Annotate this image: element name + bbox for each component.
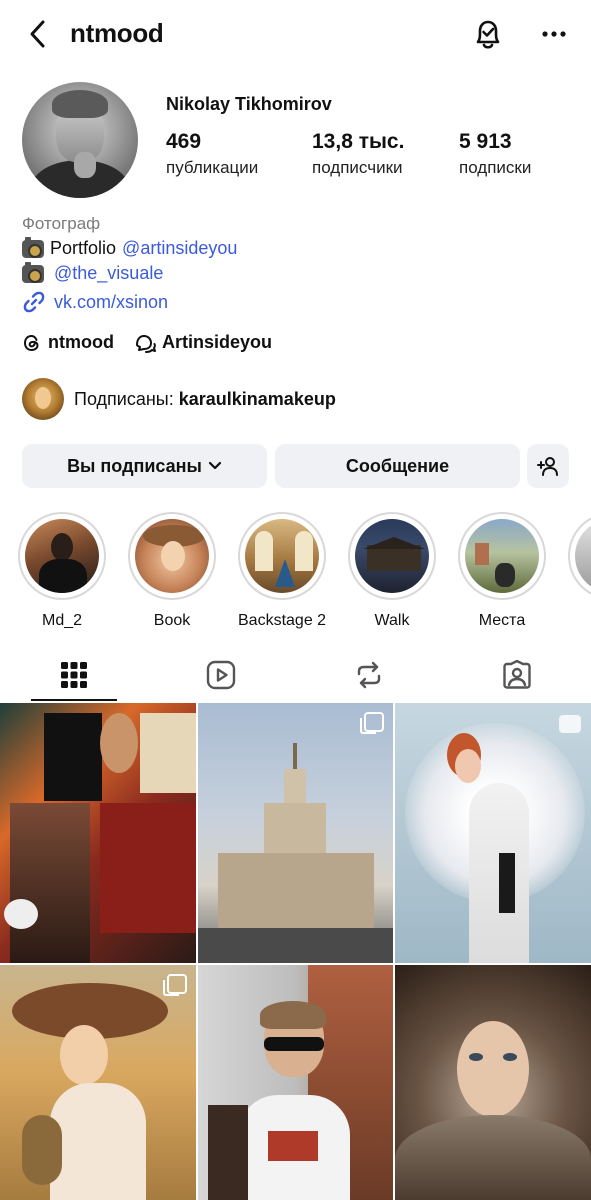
top-bar: ntmood — [0, 0, 591, 70]
stat-following[interactable]: 5 913 подписки — [459, 130, 531, 178]
tab-tagged[interactable] — [474, 648, 560, 702]
profile-avatar[interactable] — [22, 82, 138, 198]
chevron-down-icon — [208, 461, 222, 470]
add-person-icon — [537, 457, 558, 476]
grid-post[interactable] — [0, 965, 196, 1200]
stat-posts-label: публикации — [166, 158, 259, 177]
highlight-label: Book — [153, 612, 191, 629]
stat-followers-label: подписчики — [312, 158, 403, 177]
threads-badge[interactable]: ntmood — [22, 332, 114, 353]
suggested-people-button[interactable] — [527, 444, 569, 488]
tagged-icon — [503, 660, 531, 689]
active-tab-indicator — [31, 699, 117, 701]
grid-post[interactable] — [395, 965, 591, 1200]
bio-line-visuale: @the_visuale — [22, 261, 163, 284]
followed-by-name: karaulkinamakeup — [178, 388, 336, 409]
bio-external-link[interactable]: vk.com/xsinon — [22, 290, 168, 314]
threads-handle: ntmood — [48, 332, 114, 352]
stat-followers-value: 13,8 тыс. — [312, 130, 405, 153]
grid-post[interactable] — [198, 703, 393, 963]
threads-row: ntmood Artinsideyou — [22, 332, 272, 353]
story-highlight-walk[interactable]: Walk — [348, 512, 436, 630]
highlight-cover — [25, 519, 99, 593]
stat-posts[interactable]: 469 публикации — [166, 130, 258, 178]
carousel-icon — [163, 974, 187, 996]
bio-portfolio-text: Portfolio — [50, 238, 117, 258]
following-button[interactable]: Вы подписаны — [22, 444, 267, 488]
reposts-icon — [357, 661, 381, 689]
back-button[interactable] — [22, 18, 52, 50]
highlight-cover — [355, 519, 429, 593]
reels-icon — [206, 660, 236, 690]
grid-post[interactable] — [198, 965, 393, 1200]
bell-check-icon — [476, 20, 500, 49]
notifications-button[interactable] — [470, 16, 506, 52]
camera-flash-icon — [22, 236, 44, 258]
more-options-button[interactable] — [536, 16, 572, 52]
story-highlight-backstage[interactable]: Backstage 2 — [238, 512, 326, 630]
stat-following-value: 5 913 — [459, 130, 512, 153]
bio-category: Фотограф — [22, 214, 101, 233]
stat-following-label: подписки — [459, 158, 532, 177]
tab-posts-grid[interactable] — [31, 648, 117, 702]
message-button-label: Сообщение — [345, 455, 450, 476]
highlight-label: Backstage 2 — [238, 612, 327, 629]
tab-reposts[interactable] — [326, 648, 412, 702]
bio-mention-artinsideyou[interactable]: @artinsideyou — [122, 238, 237, 259]
bio-mention-the-visuale[interactable]: @the_visuale — [54, 263, 163, 284]
profile-full-name: Nikolay Tikhomirov — [166, 94, 332, 114]
followed-by-row[interactable]: Подписаны: karaulkinamakeup — [22, 378, 336, 420]
highlight-cover — [575, 519, 591, 593]
profile-content-tabs — [0, 648, 591, 702]
channel-badge[interactable]: Artinsideyou — [134, 332, 272, 353]
bio-link-text: vk.com/xsinon — [54, 291, 169, 312]
highlight-label: Места — [478, 612, 526, 629]
following-button-label: Вы подписаны — [67, 455, 202, 476]
story-highlight-book[interactable]: Book — [128, 512, 216, 630]
carousel-icon — [360, 712, 384, 734]
tab-reels[interactable] — [178, 648, 264, 702]
story-highlight-md2[interactable]: Md_2 — [18, 512, 106, 630]
highlight-label: Md_2 — [41, 612, 83, 629]
stat-followers[interactable]: 13,8 тыс. подписчики — [312, 130, 404, 178]
chevron-left-icon — [30, 20, 45, 48]
story-highlight-partial[interactable] — [568, 512, 591, 600]
channel-name: Artinsideyou — [161, 332, 272, 352]
story-highlight-places[interactable]: Места — [458, 512, 546, 630]
highlight-cover — [465, 519, 539, 593]
stat-posts-value: 469 — [166, 130, 202, 153]
message-button[interactable]: Сообщение — [275, 444, 520, 488]
camera-flash-icon — [22, 261, 44, 283]
profile-username: ntmood — [70, 18, 164, 48]
link-icon — [23, 291, 45, 313]
threads-icon — [23, 334, 39, 351]
bio-line-portfolio: Portfolio @artinsideyou — [22, 236, 237, 259]
more-horizontal-icon — [542, 31, 566, 37]
grid-icon — [61, 662, 87, 688]
grid-post[interactable] — [395, 703, 591, 963]
highlight-cover — [135, 519, 209, 593]
followed-by-prefix: Подписаны: — [74, 388, 174, 409]
grid-post[interactable] — [0, 703, 196, 963]
mutual-follower-avatar — [22, 378, 64, 420]
broadcast-channel-icon — [135, 334, 156, 353]
highlight-label: Walk — [374, 612, 410, 629]
highlight-cover — [245, 519, 319, 593]
